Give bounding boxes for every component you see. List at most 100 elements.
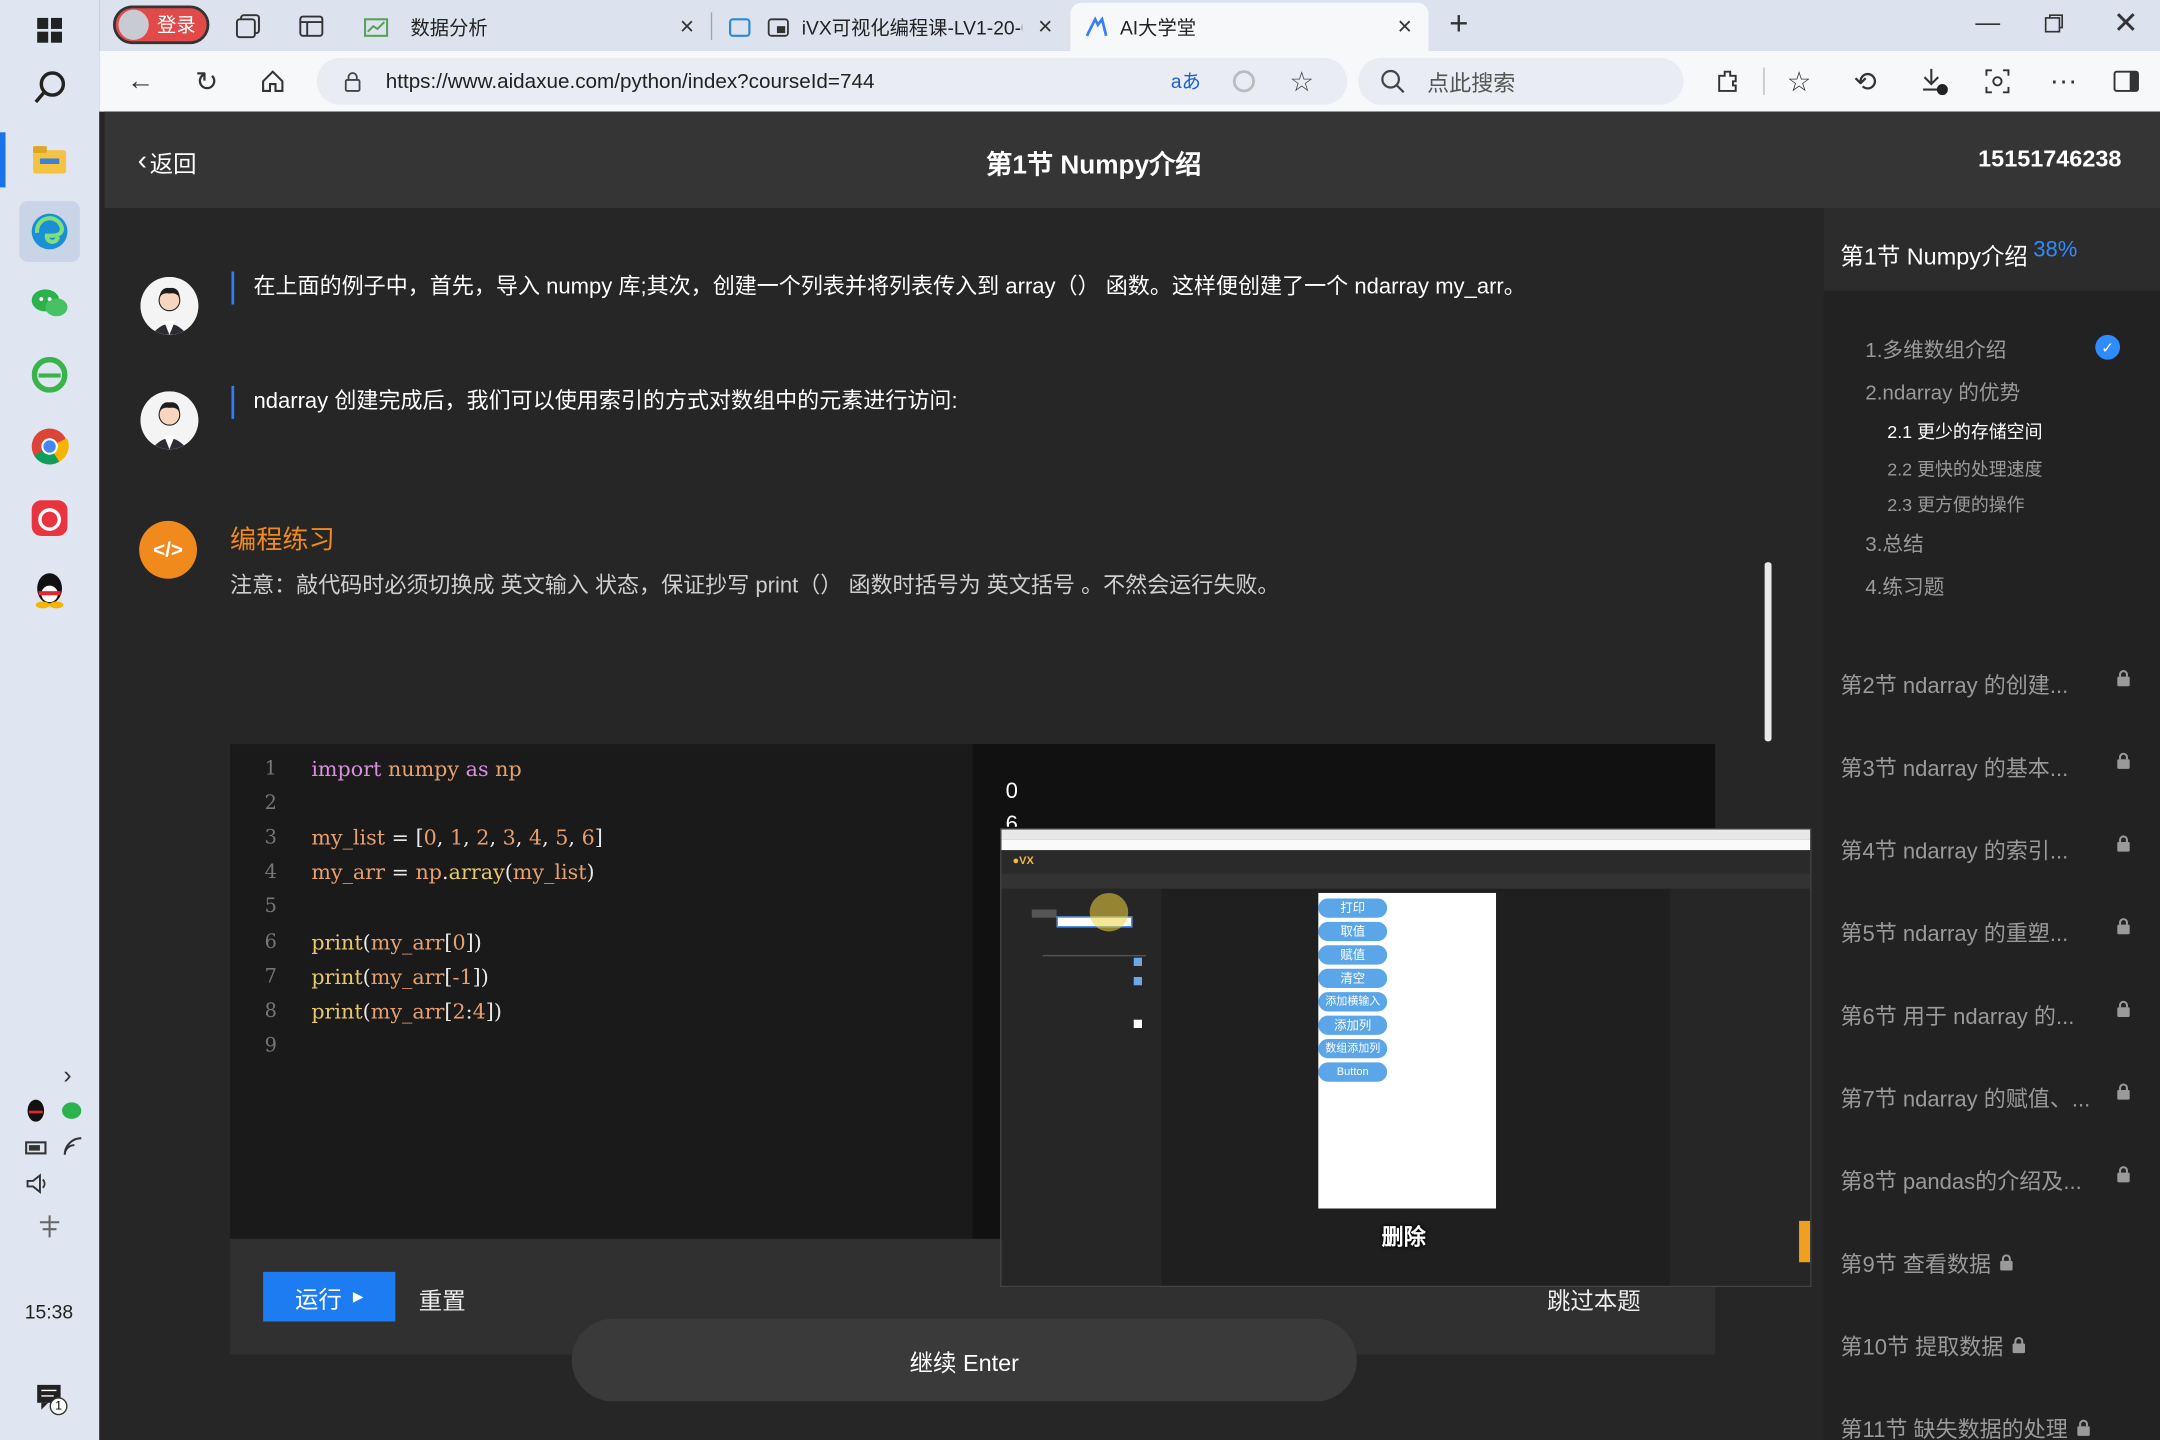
wifi-icon[interactable] [62, 1135, 84, 1164]
panel-swatch [1133, 1019, 1142, 1028]
continue-button[interactable]: 继续 Enter [571, 1318, 1357, 1402]
locked-section-item[interactable]: 第8节 pandas的介绍及... [1840, 1163, 2143, 1196]
media-icon [767, 17, 789, 37]
back-icon[interactable]: ← [121, 62, 160, 101]
locked-section-item[interactable]: 第11节 缺失数据的处理 [1840, 1411, 2143, 1440]
code-editor[interactable]: 1 2 3 4 5 6 7 8 9 import numpy as np my_… [230, 744, 972, 1239]
volume-icon[interactable] [25, 1173, 50, 1202]
extensions-icon[interactable] [1708, 62, 1747, 101]
tray-chevron-icon[interactable]: › [63, 1061, 71, 1090]
exercise-title: 编程练习 [230, 526, 335, 556]
lock-icon [2116, 1166, 2131, 1191]
favorite-star-icon[interactable]: ☆ [1289, 65, 1314, 99]
overlay-button: 清空 [1318, 968, 1388, 989]
current-section[interactable]: 第1节 Numpy介绍 38% [1823, 208, 2160, 291]
wechat-tray-icon[interactable] [61, 1101, 86, 1127]
toc-subitem[interactable]: 2.3 更方便的操作 [1887, 491, 2024, 517]
qq-tray-icon[interactable] [25, 1098, 47, 1130]
locked-section-item[interactable]: 第10节 提取数据 [1840, 1328, 2143, 1361]
line-number: 3 [264, 826, 277, 849]
windows-start-icon[interactable] [19, 0, 80, 61]
windows-taskbar: › 15:38 1 [0, 0, 100, 1440]
refresh-icon[interactable]: ↻ [187, 62, 226, 101]
video-overlay[interactable]: ●VX 打印 取值 赋值 清空 添加横输入 添加列 数组添加列 Button 删… [1000, 828, 1812, 1288]
battery-icon[interactable] [25, 1138, 50, 1163]
reader-icon[interactable] [1232, 69, 1257, 99]
wechat-icon[interactable] [19, 273, 80, 334]
favorites-icon[interactable]: ☆ [1780, 62, 1819, 101]
tab-actions-icon[interactable] [298, 12, 326, 46]
page-header: ‹ 返回 第1节 Numpy介绍 15151746238 [104, 111, 2160, 209]
code-line: print(my_arr[0]) [311, 930, 482, 955]
tab-close-icon[interactable]: × [1398, 12, 1412, 41]
edge-browser-icon[interactable] [19, 201, 80, 262]
run-label: 运行 [294, 1286, 342, 1313]
restore-icon[interactable] [2044, 14, 2064, 40]
profile-label: 登录 [157, 13, 196, 36]
locked-section-item[interactable]: 第9节 查看数据 [1840, 1246, 2143, 1279]
address-bar[interactable]: https://www.aidaxue.com/python/index?cou… [316, 57, 1348, 105]
locked-section-item[interactable]: 第2节 ndarray 的创建... [1840, 667, 2143, 700]
ie-browser-icon[interactable] [19, 344, 80, 405]
lock-icon [2116, 752, 2131, 777]
course-page: ‹ 返回 第1节 Numpy介绍 15151746238 在上面的例子中，首先，导… [104, 111, 2160, 1440]
screenshot-icon[interactable] [1978, 62, 2017, 101]
line-number: 9 [264, 1034, 277, 1057]
locked-section-item[interactable]: 第5节 ndarray 的重塑... [1840, 915, 2143, 948]
locked-section-item[interactable]: 第6节 用于 ndarray 的... [1840, 998, 2143, 1031]
tab-ai-daxue[interactable]: AI大学堂 × [1070, 2, 1429, 51]
user-phone[interactable]: 15151746238 [1978, 146, 2121, 174]
toolbar-divider [1763, 67, 1765, 96]
video-caption: 删除 [1381, 1226, 1426, 1250]
more-menu-icon[interactable]: ··· [2044, 62, 2083, 101]
overlay-right-panel [1669, 888, 1811, 1286]
workspaces-icon[interactable] [234, 12, 262, 46]
toc-item[interactable]: 1.多维数组介绍 [1865, 335, 2006, 364]
tab-close-icon[interactable]: × [680, 12, 694, 41]
line-number: 1 [264, 757, 277, 780]
locked-section-item[interactable]: 第4节 ndarray 的索引... [1840, 832, 2143, 865]
history-icon[interactable]: ⟲ [1846, 62, 1885, 101]
code-line: my_list = [0, 1, 2, 3, 4, 5, 6] [311, 825, 603, 851]
toc-item[interactable]: 4.练习题 [1865, 572, 1944, 601]
home-icon[interactable] [253, 62, 292, 101]
downloads-icon[interactable] [1915, 62, 1954, 101]
input-method-icon[interactable] [36, 1213, 64, 1247]
search-input[interactable]: 点此搜索 [1358, 57, 1684, 105]
section-label: 第8节 pandas的介绍及... [1840, 1171, 2082, 1195]
toc-item[interactable]: 3.总结 [1865, 529, 1924, 558]
toc-subitem[interactable]: 2.2 更快的处理速度 [1887, 455, 2042, 481]
window-close-icon[interactable]: ✕ [2113, 6, 2138, 42]
toc-subitem-active[interactable]: 2.1 更少的存储空间 [1887, 418, 2042, 444]
lock-icon [2116, 835, 2131, 860]
search-icon[interactable] [19, 58, 80, 119]
reset-button[interactable]: 重置 [419, 1282, 466, 1316]
panel-swatch [1133, 957, 1142, 966]
lock-icon [2116, 670, 2131, 695]
minimize-icon[interactable]: — [1975, 8, 2000, 37]
cursor-highlight [1089, 892, 1129, 932]
locked-section-item[interactable]: 第3节 ndarray 的基本... [1840, 750, 2143, 783]
tab-data-analysis[interactable]: 数据分析 × [350, 3, 711, 51]
toc-item[interactable]: 2.ndarray 的优势 [1865, 378, 2020, 407]
ivx-logo: ●VX [1012, 854, 1034, 867]
tab-close-icon[interactable]: × [1038, 12, 1052, 41]
code-line: print(my_arr[2:4]) [311, 999, 502, 1024]
overlay-button: Button [1318, 1062, 1388, 1082]
translate-icon[interactable]: aあ [1171, 68, 1201, 96]
locked-section-item[interactable]: 第7节 ndarray 的赋值、... [1840, 1080, 2143, 1113]
scrollbar-thumb[interactable] [1764, 562, 1772, 742]
new-tab-icon[interactable]: + [1449, 6, 1468, 45]
app-red-icon[interactable] [19, 488, 80, 549]
tab-ivx-course[interactable]: iVX可视化编程课-LV1-20-02- × [714, 3, 1069, 51]
run-button[interactable]: 运行 ▶ [263, 1271, 396, 1322]
chrome-icon[interactable] [19, 416, 80, 477]
panel-divider [1042, 954, 1147, 957]
qq-icon[interactable] [19, 559, 80, 620]
output-line: 6 [1005, 813, 1018, 827]
profile-button[interactable]: 登录 [112, 5, 210, 45]
clock-time[interactable]: 15:38 [25, 1301, 73, 1323]
notification-center-icon[interactable]: 1 [36, 1384, 68, 1421]
sidebar-toggle-icon[interactable] [2108, 62, 2147, 101]
file-explorer-icon[interactable] [19, 130, 80, 191]
